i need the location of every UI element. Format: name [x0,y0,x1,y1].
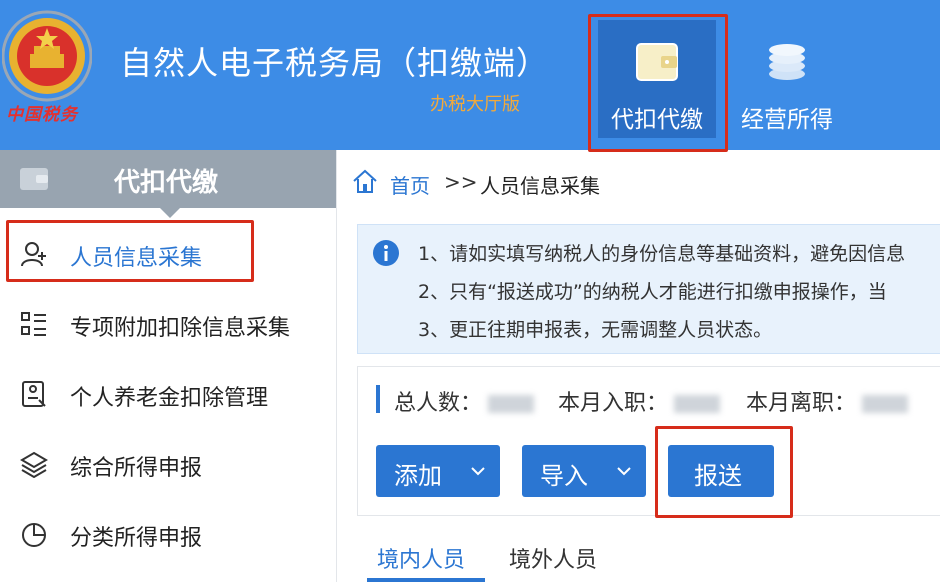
blurred-value [488,395,535,413]
sidebar-item-label: 个人养老金扣除管理 [70,386,269,411]
highlight-box [6,220,254,282]
sidebar-header: 代扣代缴 [0,150,336,218]
coins-icon [769,44,805,80]
sidebar-item-pension[interactable]: 个人养老金扣除管理 [0,364,336,424]
sidebar-title: 代扣代缴 [114,168,219,198]
notice-line: 1、请如实填写纳税人的身份信息等基础资料，避免因信息 [418,243,906,265]
stat-joined-label: 本月入职： [558,391,669,416]
app-title: 自然人电子税务局（扣缴端） [120,44,550,82]
pie-chart-icon [22,523,46,547]
list-icon [21,312,46,336]
active-tab-underline [367,578,485,582]
stat-total-label: 总人数： [394,391,483,416]
pension-doc-icon [22,381,46,407]
blurred-value [862,395,909,413]
layers-icon [20,451,48,478]
notice-line: 2、只有“报送成功”的纳税人才能进行扣缴申报操作，当 [418,281,887,303]
top-nav-label: 经营所得 [741,107,833,133]
personnel-tabs: 境内人员 境外人员 [357,530,940,582]
chevron-down-icon [617,467,631,476]
sidebar-item-label: 综合所得申报 [70,456,203,481]
personnel-stats-panel: 总人数： 本月入职： 本月离职： 添加 导入 报送 [357,366,940,516]
section-marker [376,385,380,413]
highlight-box [588,14,728,152]
blurred-value [674,395,721,413]
sidebar-item-classified-income[interactable]: 分类所得申报 [0,504,336,564]
sidebar-item-label: 专项附加扣除信息采集 [70,316,291,341]
stat-total: 总人数： [394,385,535,417]
stat-left: 本月离职： [746,385,909,417]
home-icon[interactable] [352,168,378,194]
app-subtitle: 办税大厅版 [430,94,520,115]
sidebar-item-special-deduction[interactable]: 专项附加扣除信息采集 [0,294,336,354]
info-notice: 1、请如实填写纳税人的身份信息等基础资料，避免因信息 2、只有“报送成功”的纳税… [357,224,940,354]
stat-left-label: 本月离职： [746,391,857,416]
sidebar-item-comprehensive-income[interactable]: 综合所得申报 [0,434,336,494]
chevron-down-icon [471,467,485,476]
tab-overseas[interactable]: 境外人员 [509,542,597,574]
breadcrumb-home-link[interactable]: 首页 [390,170,430,199]
add-button-label: 添加 [394,462,442,490]
stat-joined: 本月入职： [558,385,721,417]
add-button[interactable]: 添加 [376,445,500,497]
notice-line: 3、更正往期申报表，无需调整人员状态。 [418,319,773,341]
app-header: 中国税务 自然人电子税务局（扣缴端） 办税大厅版 代扣代缴 经营所得 [0,0,940,150]
sidebar: 代扣代缴 人员信息采集 专项附加扣除信息采集 个人养老金扣除管理 综合所得申报 … [0,150,337,582]
import-button[interactable]: 导入 [522,445,646,497]
brand-logo-text: 中国税务 [6,105,78,125]
tab-domestic[interactable]: 境内人员 [377,542,465,574]
info-icon [373,240,399,266]
import-button-label: 导入 [540,462,588,490]
wallet-icon [20,168,48,190]
sidebar-item-label: 分类所得申报 [70,526,203,551]
top-nav-business-income[interactable]: 经营所得 [728,20,846,138]
highlight-box [655,426,793,518]
breadcrumb-current: 人员信息采集 [480,174,600,198]
sidebar-pointer [160,208,180,218]
breadcrumb-separator: >> [444,170,478,194]
